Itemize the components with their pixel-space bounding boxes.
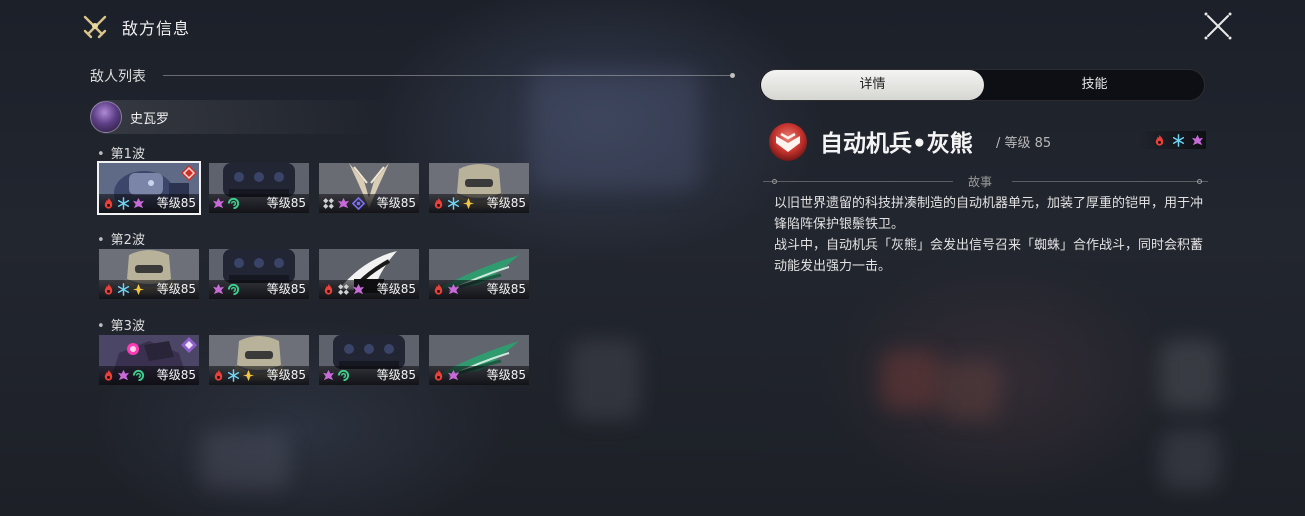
weakness-icons	[322, 283, 365, 296]
enemy-level: 等级85	[376, 282, 416, 296]
enemy-card[interactable]: 等级85	[429, 163, 529, 213]
fire-element-icon	[434, 369, 443, 381]
enemy-level: 等级85	[486, 282, 526, 296]
weakness-icons	[1138, 131, 1206, 149]
imaginary-badge-icon	[181, 337, 197, 353]
enemy-level: 等级85	[156, 196, 196, 210]
ice-element-icon	[227, 369, 240, 382]
fire-element-icon	[214, 369, 223, 381]
imaginary-element-icon	[322, 369, 335, 381]
enemy-card[interactable]: 等级85	[429, 249, 529, 299]
weakness-icons	[212, 197, 240, 210]
imaginary-element-icon	[117, 369, 130, 381]
enemy-card[interactable]: 等级85	[209, 335, 309, 385]
physical-element-icon	[338, 284, 349, 295]
weakness-icons	[432, 197, 475, 210]
weakness-icons	[102, 197, 145, 210]
tab-skills[interactable]: 技能	[984, 70, 1205, 100]
enemy-card[interactable]: 等级85	[99, 249, 199, 299]
physical-element-icon	[323, 198, 334, 209]
wind-element-icon	[227, 283, 240, 296]
wave-title: 第2波	[97, 229, 145, 248]
fire-element-icon	[434, 197, 443, 209]
wave-title: 第3波	[97, 315, 145, 334]
avatar	[90, 101, 122, 133]
story-paragraph: 战斗中，自动机兵「灰熊」会发出信号召来「蜘蛛」合作战斗，同时会积蓄动能发出强力一…	[774, 238, 1204, 274]
divider	[763, 181, 953, 182]
enemy-card[interactable]: 等级85	[429, 335, 529, 385]
enemy-level: 等级85	[376, 368, 416, 382]
enemy-card[interactable]: 等级85	[319, 163, 419, 213]
detail-tabs: 详情 技能	[759, 69, 1205, 101]
imaginary-element-icon	[212, 197, 225, 209]
weakness-icons	[102, 283, 145, 296]
fire-weakness-badge-icon	[181, 165, 197, 181]
enemy-level: 等级85	[266, 196, 306, 210]
wind-element-icon	[337, 369, 350, 382]
enemy-level: 等级85	[156, 282, 196, 296]
enemy-card[interactable]: 等级85	[97, 161, 201, 215]
quantum-element-icon	[352, 197, 365, 210]
weakness-icons	[322, 197, 365, 210]
enemy-name: 自动机兵•灰熊	[820, 131, 973, 157]
wind-element-icon	[132, 369, 145, 382]
ice-element-icon	[447, 197, 460, 210]
story-paragraph: 以旧世界遗留的科技拼凑制造的自动机器单元，加装了厚重的铠甲，用于冲锋陷阵保护银鬃…	[774, 196, 1204, 232]
enemy-level: 等级85	[266, 282, 306, 296]
close-icon[interactable]	[1202, 10, 1234, 42]
fire-element-icon	[104, 369, 113, 381]
enemy-card[interactable]: 等级85	[319, 249, 419, 299]
enemy-card[interactable]: 等级85	[99, 335, 199, 385]
fire-element-icon	[1155, 134, 1164, 146]
enemy-description: 以旧世界遗留的科技拼凑制造的自动机器单元，加装了厚重的铠甲，用于冲锋陷阵保护银鬃…	[774, 193, 1204, 277]
imaginary-element-icon	[337, 197, 350, 209]
wind-element-icon	[227, 197, 240, 210]
weakness-icons	[212, 369, 255, 382]
divider-dot	[772, 179, 777, 184]
story-label: 故事	[968, 175, 993, 189]
fire-element-icon	[324, 283, 333, 295]
enemy-card[interactable]: 等级85	[209, 249, 309, 299]
enemy-level: 等级85	[376, 196, 416, 210]
tab-details[interactable]: 详情	[761, 70, 984, 100]
enemy-level: 等级85	[486, 368, 526, 382]
enemy-card[interactable]: 等级85	[209, 163, 309, 213]
enemy-emblem-icon	[769, 123, 807, 161]
page-title: 敌方信息	[122, 19, 191, 38]
enemy-card[interactable]: 等级85	[319, 335, 419, 385]
wave-title: 第1波	[97, 143, 145, 162]
crossed-swords-icon	[83, 15, 107, 39]
imaginary-element-icon	[352, 283, 365, 295]
lightning-element-icon	[462, 197, 475, 210]
weakness-icons	[322, 369, 350, 382]
ice-element-icon	[117, 197, 130, 210]
ice-element-icon	[117, 283, 130, 296]
enemy-level: 等级85	[156, 368, 196, 382]
enemy-level: / 等级 85	[996, 136, 1052, 151]
imaginary-element-icon	[447, 369, 460, 381]
lightning-element-icon	[242, 369, 255, 382]
imaginary-element-icon	[447, 283, 460, 295]
fire-element-icon	[434, 283, 443, 295]
enemy-list-label: 敌人列表	[90, 69, 146, 85]
weakness-icons	[432, 283, 460, 296]
lightning-element-icon	[132, 283, 145, 296]
enemy-level: 等级85	[486, 196, 526, 210]
divider	[163, 73, 735, 78]
fire-element-icon	[104, 283, 113, 295]
divider	[1012, 181, 1208, 182]
weakness-icons	[102, 369, 145, 382]
boss-name: 史瓦罗	[130, 111, 170, 127]
fire-element-icon	[104, 197, 113, 209]
weakness-icons	[212, 283, 240, 296]
imaginary-element-icon	[132, 197, 145, 209]
boss-row[interactable]: 史瓦罗	[90, 100, 390, 134]
ice-element-icon	[1172, 133, 1185, 147]
weakness-icons	[432, 369, 460, 382]
enemy-level: 等级85	[266, 368, 306, 382]
imaginary-element-icon	[212, 283, 225, 295]
imaginary-element-icon	[1191, 134, 1204, 145]
header: 敌方信息	[80, 10, 190, 44]
